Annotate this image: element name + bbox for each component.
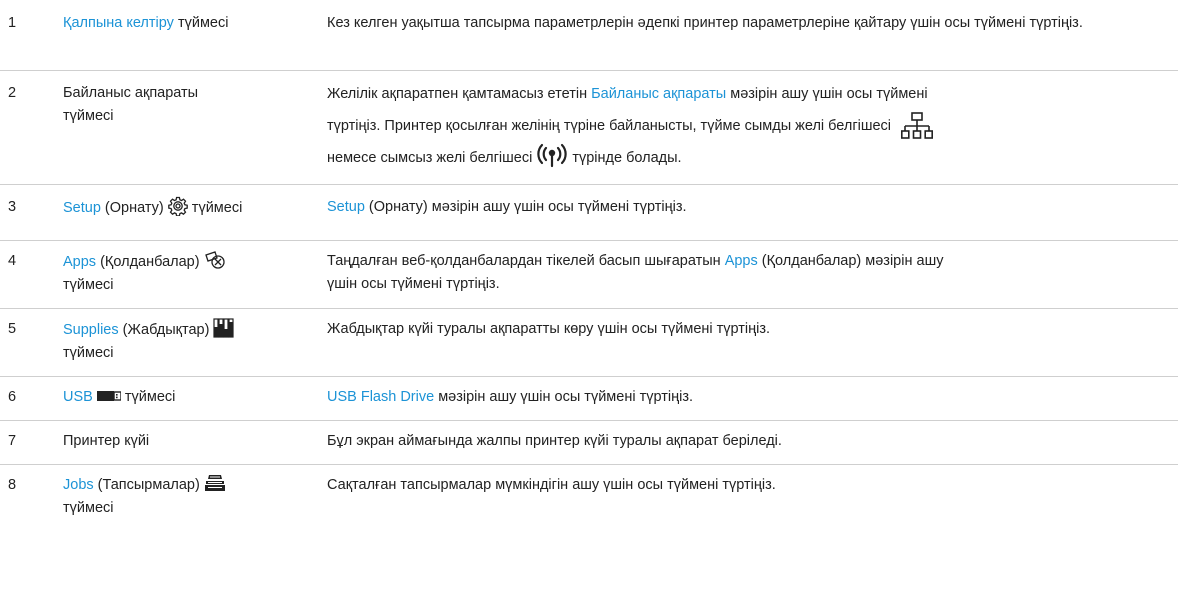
apps-menu-link[interactable]: Apps xyxy=(725,253,758,269)
connection-info-link[interactable]: Байланыс ақпараты xyxy=(591,86,726,102)
row-divider xyxy=(0,420,1178,421)
jobs-link[interactable]: Jobs xyxy=(63,477,94,493)
gear-icon xyxy=(167,196,188,216)
setup-link[interactable]: Setup xyxy=(63,200,101,216)
row-number: 2 xyxy=(8,85,17,101)
jobs-tray-icon xyxy=(204,475,225,491)
button-name: Байланыс ақпараты түймесі xyxy=(63,85,199,124)
row-divider xyxy=(0,376,1178,377)
setup-menu-link[interactable]: Setup xyxy=(327,199,365,215)
button-description: Бұл экран аймағында жалпы принтер күйі т… xyxy=(327,433,782,449)
row-number: 5 xyxy=(8,321,17,337)
row-number: 8 xyxy=(8,477,17,493)
button-description: USB Flash Drive мәзірін ашу үшін осы түй… xyxy=(327,389,693,405)
row-number: 4 xyxy=(8,253,17,269)
row-divider xyxy=(0,308,1178,309)
row-number: 1 xyxy=(8,15,17,31)
button-name: USB түймесі xyxy=(63,389,176,405)
apps-icon xyxy=(204,251,225,269)
button-description-table: 1 Қалпына келтіру түймесі Кез келген уақ… xyxy=(0,0,1178,590)
button-description: Таңдалған веб-қолданбалардан тікелей бас… xyxy=(327,253,944,292)
button-name: Принтер күйі xyxy=(63,433,150,449)
row-number: 7 xyxy=(8,433,17,449)
reset-link[interactable]: Қалпына келтіру xyxy=(63,15,174,31)
button-name: Қалпына келтіру түймесі xyxy=(63,15,229,31)
apps-link[interactable]: Apps xyxy=(63,254,96,270)
supplies-icon xyxy=(213,318,235,338)
row-number: 6 xyxy=(8,389,17,405)
row-divider xyxy=(0,70,1178,71)
button-description: Кез келген уақытша тапсырма параметрлері… xyxy=(327,15,1083,31)
usb-link[interactable]: USB xyxy=(63,389,93,405)
button-description: Setup (Орнату) мәзірін ашу үшін осы түйм… xyxy=(327,199,687,215)
button-description: Желілік ақпаратпен қамтамасыз ететін Бай… xyxy=(327,78,1177,174)
row-number: 3 xyxy=(8,199,17,215)
button-name: Apps (Қолданбалар) түймесі xyxy=(63,250,293,297)
button-name: Jobs (Тапсырмалар) түймесі xyxy=(63,474,293,520)
wireless-network-icon xyxy=(537,143,567,168)
row-divider xyxy=(0,240,1178,241)
row-divider xyxy=(0,184,1178,185)
button-name: Setup (Орнату) түймесі xyxy=(63,196,323,220)
supplies-link[interactable]: Supplies xyxy=(63,322,119,338)
usb-drive-icon xyxy=(96,391,121,401)
button-description: Жабдықтар күйі туралы ақпаратты көру үші… xyxy=(327,321,771,337)
wired-network-icon xyxy=(901,112,934,139)
button-name: Supplies (Жабдықтар) түймесі xyxy=(63,318,293,365)
usb-flash-drive-link[interactable]: USB Flash Drive xyxy=(327,389,434,405)
row-divider xyxy=(0,464,1178,465)
button-description: Сақталған тапсырмалар мүмкіндігін ашу үш… xyxy=(327,477,776,493)
